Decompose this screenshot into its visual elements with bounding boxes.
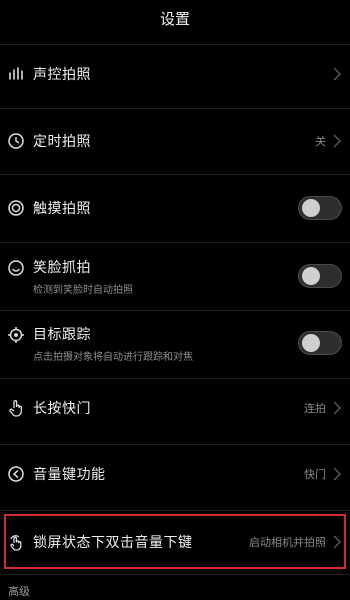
setting-touch-capture[interactable]: 触摸拍照	[0, 186, 350, 230]
hand-press-icon	[6, 398, 26, 418]
clock-icon	[6, 131, 26, 151]
toggle-knob	[302, 199, 320, 217]
setting-title: 触摸拍照	[33, 201, 91, 217]
setting-title: 声控拍照	[33, 67, 91, 83]
setting-lockscreen-double-press[interactable]: 锁屏状态下双击音量下键 启动相机并拍照	[0, 520, 350, 564]
setting-timer-capture[interactable]: 定时拍照 关	[0, 119, 350, 163]
setting-title: 长按快门	[33, 401, 91, 417]
sound-bars-icon	[6, 64, 26, 84]
divider	[0, 242, 350, 243]
divider	[0, 108, 350, 109]
setting-smile-capture[interactable]: 笑脸抓拍 检测到笑脸时自动拍照	[0, 252, 350, 300]
setting-subtitle: 点击拍摄对象将自动进行跟踪和对焦	[33, 351, 193, 363]
page-title: 设置	[159, 9, 190, 28]
setting-value: 快门	[304, 468, 326, 481]
divider	[0, 44, 350, 45]
volume-icon	[6, 464, 26, 484]
chevron-right-icon	[333, 535, 341, 549]
setting-long-press-shutter[interactable]: 长按快门 连拍	[0, 386, 350, 430]
section-header-advanced: 高级	[8, 585, 30, 598]
toggle-knob	[302, 334, 320, 352]
target-icon	[6, 325, 26, 345]
header: 设置	[0, 0, 350, 36]
touch-capture-toggle[interactable]	[298, 196, 342, 220]
chevron-right-icon	[333, 401, 341, 415]
touch-circle-icon	[6, 198, 26, 218]
divider	[0, 310, 350, 311]
divider	[0, 510, 350, 511]
setting-target-tracking[interactable]: 目标跟踪 点击拍摄对象将自动进行跟踪和对焦	[0, 319, 350, 367]
target-tracking-toggle[interactable]	[298, 331, 342, 355]
smile-icon	[6, 258, 26, 278]
toggle-knob	[302, 267, 320, 285]
setting-title: 目标跟踪	[33, 326, 91, 343]
setting-subtitle: 检测到笑脸时自动拍照	[33, 284, 133, 296]
setting-title: 音量键功能	[33, 467, 106, 483]
setting-voice-capture[interactable]: 声控拍照	[0, 52, 350, 96]
setting-value: 关	[315, 135, 326, 148]
double-tap-icon	[6, 532, 26, 552]
chevron-right-icon	[333, 134, 341, 148]
divider	[0, 378, 350, 379]
divider	[0, 574, 350, 575]
setting-title: 定时拍照	[33, 134, 91, 150]
chevron-right-icon	[333, 467, 341, 481]
setting-volume-key-function[interactable]: 音量键功能 快门	[0, 452, 350, 496]
setting-title: 锁屏状态下双击音量下键	[33, 535, 193, 551]
setting-value: 启动相机并拍照	[249, 536, 326, 549]
setting-title: 笑脸抓拍	[33, 259, 91, 276]
setting-value: 连拍	[304, 402, 326, 415]
divider	[0, 444, 350, 445]
chevron-right-icon	[333, 67, 341, 81]
smile-capture-toggle[interactable]	[298, 264, 342, 288]
divider	[0, 174, 350, 175]
